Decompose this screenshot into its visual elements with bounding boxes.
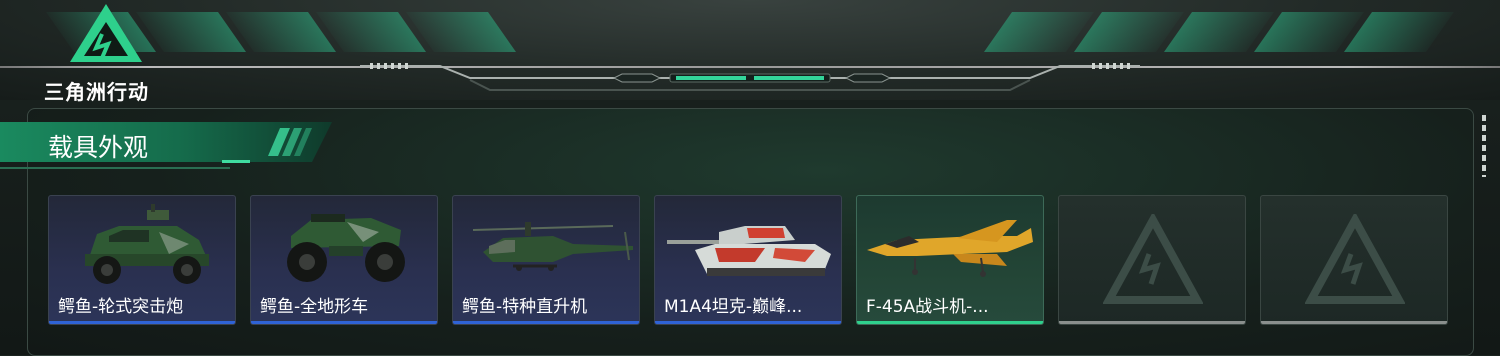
empty-bar (1059, 321, 1245, 324)
vehicle-card-empty[interactable] (1058, 195, 1246, 325)
header-center-ornament (360, 63, 1140, 91)
vehicle-card[interactable]: 鳄鱼-全地形车 (250, 195, 438, 325)
empty-slot-icon (1305, 214, 1405, 304)
helicopter-icon (472, 222, 633, 271)
section-title: 载具外观 (48, 133, 149, 162)
vehicle-card-empty[interactable] (1260, 195, 1448, 325)
rarity-bar (655, 321, 841, 324)
vehicle-card[interactable]: 鳄鱼-特种直升机 (452, 195, 640, 325)
vehicle-name: 鳄鱼-全地形车 (260, 297, 369, 317)
vehicle-card-list: 鳄鱼-轮式突击炮 鳄鱼-全地形车 鳄鱼-特种直升机 M1A4坦克-巅峰... F… (48, 195, 1448, 325)
tank-icon (667, 226, 831, 276)
vehicle-name: 鳄鱼-轮式突击炮 (58, 297, 184, 317)
empty-slot-icon (1103, 214, 1203, 304)
vehicle-card[interactable]: 鳄鱼-轮式突击炮 (48, 195, 236, 325)
rarity-bar (453, 321, 639, 324)
vehicle-name: F-45A战斗机-... (866, 297, 989, 317)
rarity-bar (49, 321, 235, 324)
empty-bar (1261, 321, 1447, 324)
vehicle-card-selected[interactable]: F-45A战斗机-... (856, 195, 1044, 325)
vehicle-card[interactable]: M1A4坦克-巅峰... (654, 195, 842, 325)
selected-indicator-bar (857, 321, 1043, 324)
fighter-jet-icon (867, 220, 1033, 277)
logo-text: 三角洲行动 (44, 80, 149, 104)
atv-icon (287, 214, 405, 282)
rarity-bar (251, 321, 437, 324)
vehicle-name: M1A4坦克-巅峰... (664, 297, 803, 317)
armored-car-icon (85, 204, 209, 284)
scroll-indicator[interactable] (1482, 115, 1486, 177)
vehicle-name: 鳄鱼-特种直升机 (462, 297, 588, 317)
